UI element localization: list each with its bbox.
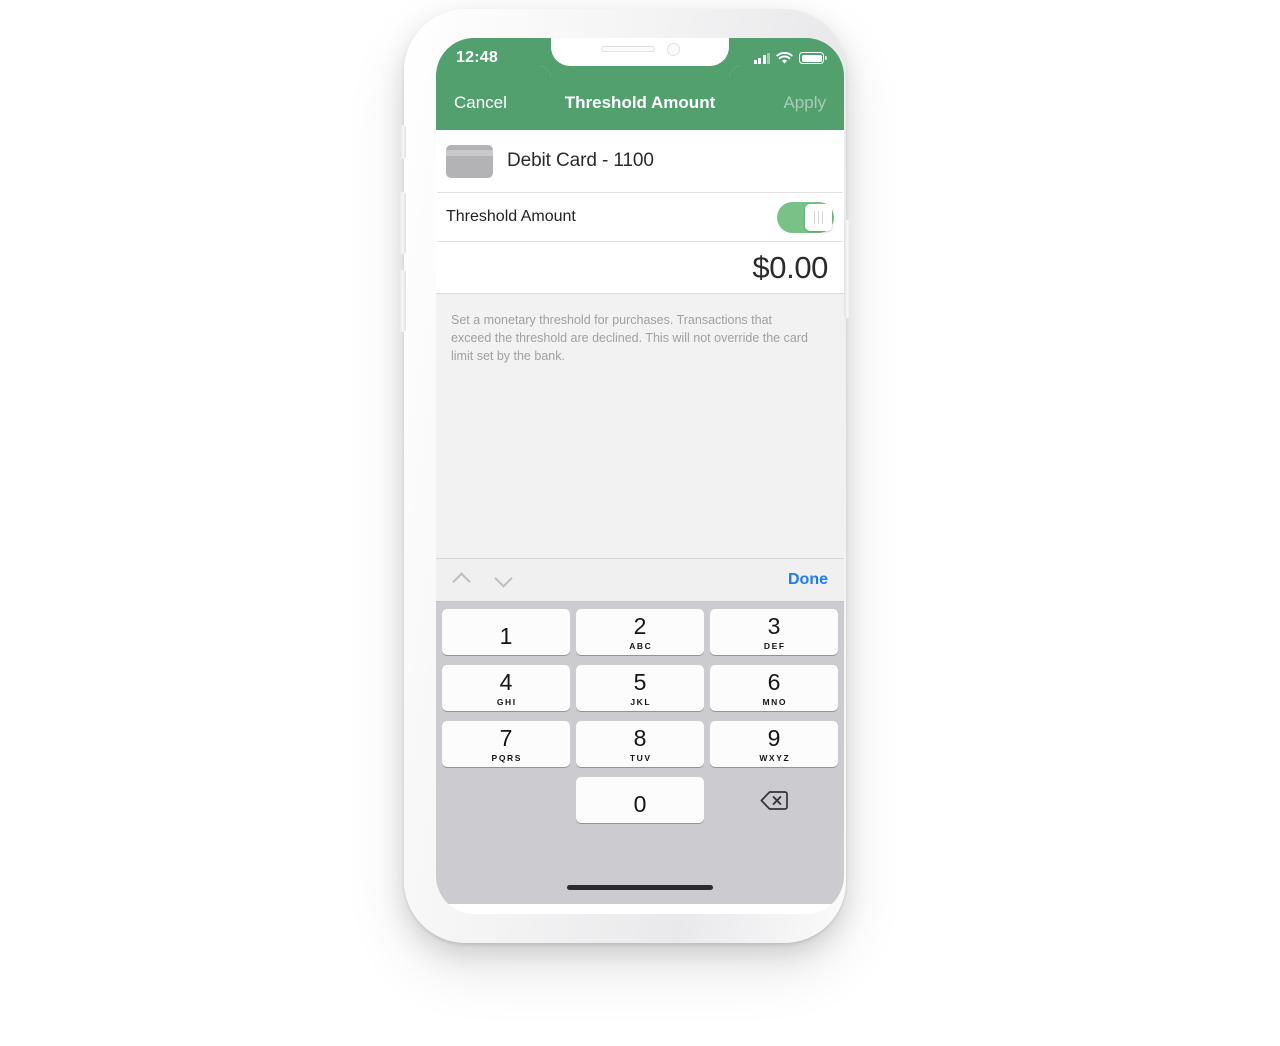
phone-screen: 12:48 Cancel Threshold Amount Apply Debi…: [436, 38, 844, 914]
key-digit: 9: [767, 725, 781, 751]
key-letters: ABC: [629, 641, 653, 651]
volume-up-button[interactable]: [399, 192, 406, 254]
apply-button[interactable]: Apply: [781, 89, 828, 117]
backspace-delete-icon[interactable]: [710, 777, 838, 823]
chevron-up-icon[interactable]: [452, 570, 472, 590]
threshold-amount-toggle-row[interactable]: Threshold Amount: [437, 192, 843, 242]
key-digit: 3: [767, 613, 781, 639]
screen-content: Debit Card - 1100 Threshold Amount $0.00…: [436, 130, 844, 914]
status-bar: 12:48: [436, 38, 844, 76]
key-6[interactable]: 6 MNO: [710, 665, 838, 711]
key-letters: TUV: [629, 753, 652, 763]
battery-full-icon: [799, 52, 827, 64]
home-indicator[interactable]: [567, 885, 713, 890]
key-letters: DEF: [763, 641, 786, 651]
threshold-amount-input-row[interactable]: $0.00: [436, 242, 844, 294]
navigation-bar: Cancel Threshold Amount Apply: [436, 76, 844, 130]
key-letters: GHI: [496, 697, 517, 707]
key-digit: 8: [633, 725, 647, 751]
numeric-keypad: 1 2 ABC 3 DEF 4 GHI 5 JKL 6 MNO 7 PQRS 8…: [436, 602, 844, 904]
key-letters: MNO: [762, 697, 788, 707]
card-summary-row: Debit Card - 1100: [436, 130, 844, 192]
key-digit: 1: [499, 623, 513, 649]
keyboard-accessory-toolbar: Done: [436, 558, 844, 602]
keypad-row: 1 2 ABC 3 DEF: [439, 609, 841, 655]
key-7[interactable]: 7 PQRS: [442, 721, 570, 767]
cellular-signal-icon: [753, 52, 770, 64]
threshold-amount-value[interactable]: $0.00: [752, 250, 828, 286]
key-4[interactable]: 4 GHI: [442, 665, 570, 711]
keyboard-done-button[interactable]: Done: [788, 571, 828, 589]
status-bar-clock: 12:48: [456, 49, 498, 66]
key-3[interactable]: 3 DEF: [710, 609, 838, 655]
silent-switch-button[interactable]: [400, 125, 406, 159]
key-digit: 2: [633, 613, 647, 639]
key-letters: PQRS: [491, 753, 523, 763]
key-0[interactable]: 0: [576, 777, 704, 823]
chevron-down-icon[interactable]: [494, 570, 514, 590]
keypad-row: 7 PQRS 8 TUV 9 WXYZ: [439, 721, 841, 767]
key-letters: WXYZ: [759, 753, 791, 763]
description-area: Set a monetary threshold for purchases. …: [436, 294, 844, 558]
power-button[interactable]: [844, 220, 851, 318]
key-8[interactable]: 8 TUV: [576, 721, 704, 767]
toggle-knob: [805, 203, 832, 231]
page-title: Threshold Amount: [564, 93, 716, 112]
key-letters: JKL: [630, 697, 652, 707]
key-9[interactable]: 9 WXYZ: [710, 721, 838, 767]
key-1[interactable]: 1: [442, 609, 570, 655]
key-digit: 5: [633, 669, 647, 695]
keypad-row: 4 GHI 5 JKL 6 MNO: [439, 665, 841, 711]
key-2[interactable]: 2 ABC: [576, 609, 704, 655]
threshold-amount-toggle-label: Threshold Amount: [446, 208, 576, 225]
card-name-label: Debit Card - 1100: [507, 150, 654, 171]
key-digit: 6: [767, 669, 781, 695]
cancel-button[interactable]: Cancel: [452, 89, 509, 117]
keypad-row: 0: [439, 777, 841, 823]
key-digit: 0: [633, 791, 647, 817]
threshold-amount-toggle-switch[interactable]: [777, 201, 834, 233]
key-5[interactable]: 5 JKL: [576, 665, 704, 711]
threshold-description-text: Set a monetary threshold for purchases. …: [451, 313, 808, 363]
backspace-glyph: [760, 790, 788, 810]
wifi-icon: [776, 51, 793, 64]
screenshot-stage: 12:48 Cancel Threshold Amount Apply Debi…: [0, 0, 1280, 1046]
credit-card-icon: [446, 144, 493, 178]
key-digit: 7: [499, 725, 513, 751]
key-digit: 4: [499, 669, 513, 695]
volume-down-button[interactable]: [399, 270, 406, 332]
status-bar-icons: [753, 51, 827, 65]
